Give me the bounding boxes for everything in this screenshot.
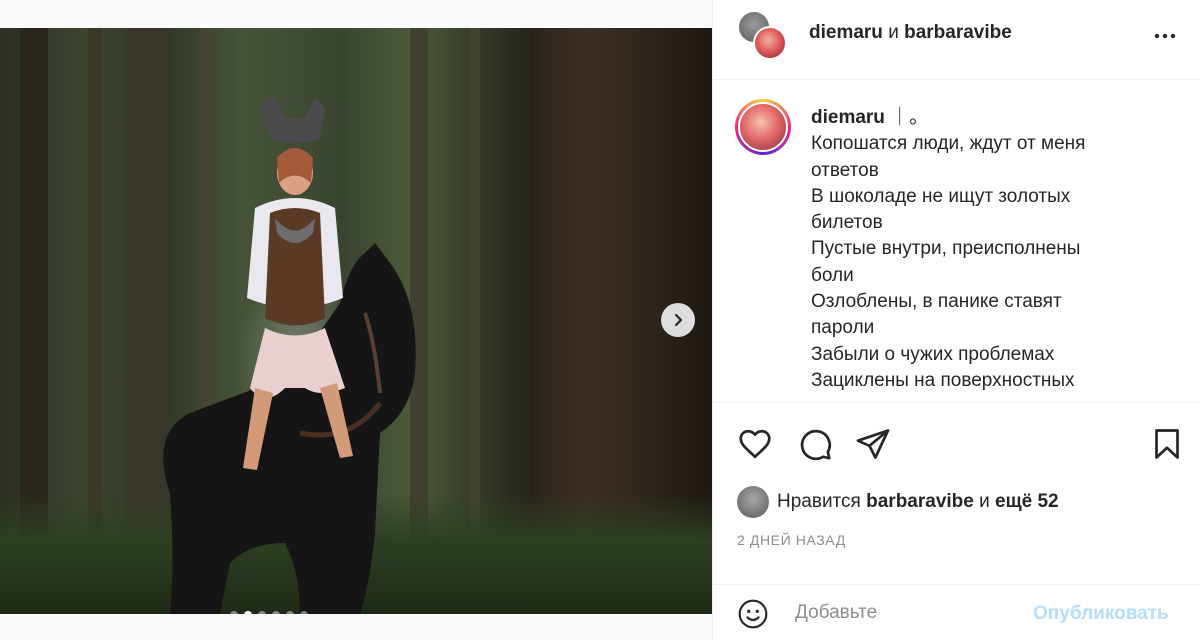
caption-line: Копошатся люди, ждут от меня — [811, 133, 1086, 155]
instagram-post: diemaru и barbaravibe diemaru ｜。 Копошат… — [0, 0, 1200, 640]
caption-line: Пустые внутри, преисполнены — [811, 238, 1081, 260]
post-side-panel: diemaru и barbaravibe diemaru ｜。 Копошат… — [712, 0, 1200, 640]
comment-bar: Опубликовать — [713, 584, 1200, 640]
publish-button[interactable]: Опубликовать — [1033, 603, 1169, 625]
comment-icon — [800, 429, 832, 461]
rider-figure — [243, 98, 353, 470]
carousel-dot — [230, 611, 238, 614]
conjunction-text: и — [888, 22, 899, 43]
send-icon — [856, 429, 890, 459]
caption-line: билетов — [811, 212, 883, 234]
more-options-button[interactable] — [1153, 24, 1177, 54]
heart-icon — [739, 429, 771, 459]
liker-username[interactable]: barbaravibe — [866, 491, 974, 512]
more-horizontal-icon — [1154, 33, 1176, 39]
likes-summary: Нравится barbaravibe и ещё 52 — [737, 486, 1059, 518]
avatar[interactable] — [737, 486, 769, 518]
post-caption: diemaru ｜。 Копошатся люди, ждут от меня … — [713, 81, 1200, 403]
caption-line: Озлоблены, в панике ставят — [811, 291, 1062, 313]
bookmark-icon — [1155, 429, 1179, 459]
post-media — [0, 0, 712, 640]
save-button[interactable] — [1149, 426, 1185, 462]
next-slide-button[interactable] — [661, 303, 695, 337]
username-link[interactable]: barbaravibe — [904, 22, 1012, 43]
comment-button[interactable] — [797, 426, 833, 462]
carousel-dot — [286, 611, 294, 614]
carousel-dot — [300, 611, 308, 614]
caption-line: боли — [811, 264, 854, 286]
caption-username[interactable]: diemaru — [811, 107, 885, 128]
carousel-dots — [230, 611, 308, 614]
likes-others-link[interactable]: ещё 52 — [995, 491, 1059, 512]
chevron-right-icon — [674, 313, 683, 327]
likes-prefix: Нравится — [777, 491, 861, 512]
emoji-icon — [738, 599, 768, 629]
like-button[interactable] — [737, 426, 773, 462]
post-timestamp[interactable]: 2 ДНЕЙ НАЗАД — [737, 532, 846, 548]
caption-line: пароли — [811, 317, 875, 339]
caption-line: Зациклены на поверхностных — [811, 369, 1075, 391]
share-button[interactable] — [855, 426, 891, 462]
post-actions — [713, 404, 1200, 474]
post-photo[interactable] — [0, 28, 712, 614]
collab-avatars[interactable] — [737, 10, 787, 60]
username-link[interactable]: diemaru — [809, 22, 883, 43]
carousel-dot — [244, 611, 252, 614]
caption-line: В шоколаде не ищут золотых — [811, 185, 1071, 207]
avatar — [738, 102, 788, 152]
caption-line: Забыли о чужих проблемах — [811, 343, 1055, 365]
caption-suffix: ｜。 — [890, 107, 929, 128]
caption-text: diemaru ｜。 Копошатся люди, ждут от меня … — [811, 105, 1181, 394]
avatar — [753, 26, 787, 60]
caption-line: ответов — [811, 159, 879, 181]
post-header: diemaru и barbaravibe — [713, 0, 1200, 80]
story-ring[interactable] — [735, 99, 791, 155]
collab-usernames: diemaru и barbaravibe — [809, 22, 1012, 44]
carousel-dot — [272, 611, 280, 614]
emoji-button[interactable] — [737, 598, 769, 630]
carousel-dot — [258, 611, 266, 614]
likes-conjunction: и — [979, 491, 990, 512]
